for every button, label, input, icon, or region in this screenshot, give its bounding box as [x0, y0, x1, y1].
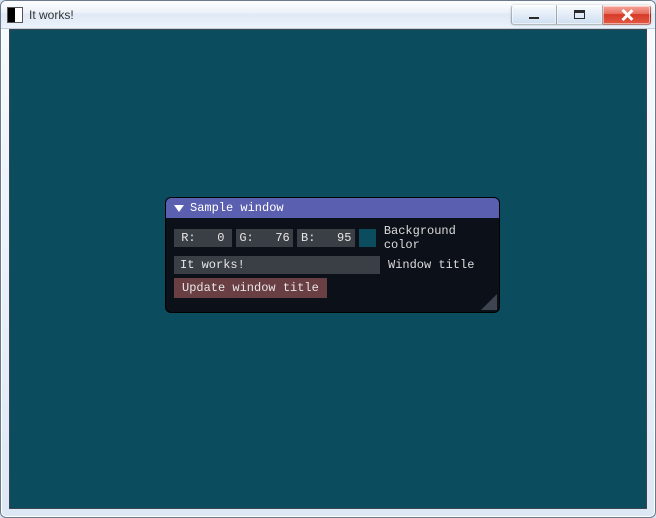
resize-grip-icon[interactable]: [479, 292, 497, 310]
color-g-field[interactable]: G: 76: [236, 229, 294, 247]
os-window: It works! Sample window R: 0: [0, 0, 656, 518]
button-row: Update window title: [174, 278, 491, 298]
maximize-icon: [574, 10, 585, 19]
color-row: R: 0 G: 76 B: 95 Backg: [174, 224, 491, 252]
title-caption: Window title: [388, 258, 474, 272]
color-b-field[interactable]: B: 95: [297, 229, 355, 247]
color-b-label: B:: [301, 231, 315, 245]
color-r-label: R:: [181, 231, 195, 245]
panel-header[interactable]: Sample window: [166, 198, 499, 218]
client-area: Sample window R: 0 G: 76 B:: [9, 29, 647, 509]
color-swatch[interactable]: [359, 229, 376, 247]
color-r-field[interactable]: R: 0: [174, 229, 232, 247]
color-caption: Background color: [384, 224, 491, 252]
update-title-button[interactable]: Update window title: [174, 278, 327, 298]
maximize-button[interactable]: [557, 5, 603, 25]
window-title-input[interactable]: It works!: [174, 256, 380, 274]
close-button[interactable]: [603, 5, 651, 25]
color-r-value: 0: [217, 231, 224, 245]
color-g-value: 76: [275, 231, 289, 245]
color-g-label: G:: [239, 231, 253, 245]
minimize-icon: [529, 17, 539, 19]
window-title: It works!: [29, 8, 74, 22]
app-icon: [7, 7, 23, 23]
imgui-panel[interactable]: Sample window R: 0 G: 76 B:: [165, 197, 500, 313]
close-icon: [620, 8, 634, 22]
window-controls: [511, 5, 651, 25]
titlebar[interactable]: It works!: [1, 1, 655, 29]
panel-title: Sample window: [190, 201, 284, 215]
title-row: It works! Window title: [174, 256, 491, 274]
minimize-button[interactable]: [511, 5, 557, 25]
color-b-value: 95: [337, 231, 351, 245]
collapse-triangle-icon[interactable]: [174, 205, 184, 212]
panel-body: R: 0 G: 76 B: 95 Backg: [166, 218, 499, 312]
